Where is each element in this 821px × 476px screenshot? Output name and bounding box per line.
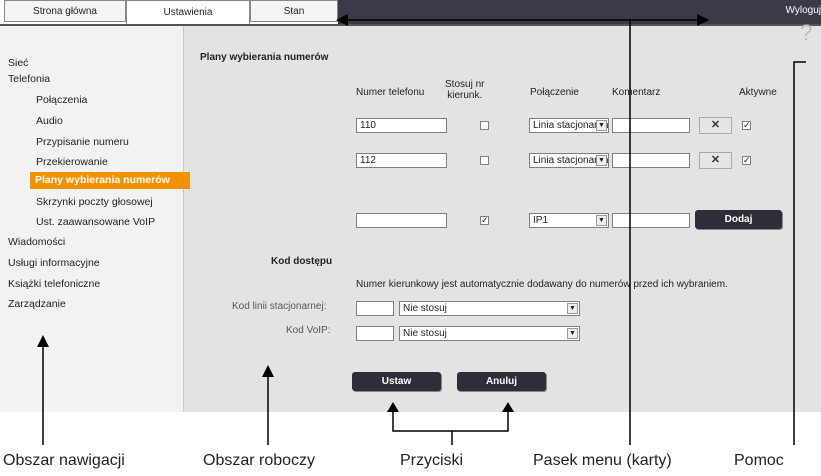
nav-item-advanced-voip[interactable]: Ust. zaawansowane VoIP	[36, 216, 155, 228]
caption-menu-bar: Pasek menu (karty)	[533, 452, 672, 469]
menu-bar-dark-strip	[338, 0, 821, 24]
caption-buttons: Przyciski	[400, 452, 464, 469]
nav-item-connections[interactable]: Połączenia	[36, 94, 87, 106]
new-connection-select[interactable]: IP1 ▼	[529, 213, 609, 228]
voip-code-select[interactable]: Nie stosuj ▼	[399, 326, 580, 341]
landline-code-select[interactable]: Nie stosuj ▼	[399, 301, 580, 316]
chevron-down-icon: ▼	[596, 215, 607, 226]
nav-item-number-assignment[interactable]: Przypisanie numeru	[36, 136, 129, 148]
col-header-phone: Numer telefonu	[356, 87, 425, 98]
nav-item-voicemail[interactable]: Skrzynki poczty głosowej	[36, 196, 153, 208]
access-code-note: Numer kierunkowy jest automatycznie doda…	[356, 279, 728, 290]
nav-item-telephony[interactable]: Telefonia	[8, 73, 50, 85]
col-header-prefix-line2: kierunk.	[447, 90, 483, 101]
nav-item-phonebooks[interactable]: Książki telefoniczne	[8, 278, 100, 290]
row1-prefix-checkbox[interactable]	[480, 121, 489, 130]
col-header-prefix-line1: Stosuj nr	[445, 79, 485, 90]
new-comment-input[interactable]	[612, 213, 690, 228]
chevron-down-icon: ▼	[596, 155, 607, 166]
menu-bar: Strona główna Ustawienia Stan Wyloguj	[0, 0, 821, 24]
caption-work-area: Obszar roboczy	[203, 452, 316, 469]
new-prefix-checkbox[interactable]: ✓	[480, 216, 489, 225]
landline-code-input[interactable]	[356, 301, 394, 316]
nav-item-network[interactable]: Sieć	[8, 57, 28, 69]
new-connection-value: IP1	[533, 215, 549, 226]
col-header-active: Aktywne	[739, 87, 777, 98]
row2-comment-input[interactable]	[612, 153, 690, 168]
chevron-down-icon: ▼	[567, 328, 578, 339]
buttons-arrow-bracket	[392, 410, 509, 432]
col-header-connection: Połączenie	[530, 87, 579, 98]
voip-code-label: Kod VoIP:	[286, 325, 331, 336]
chevron-down-icon: ▼	[596, 120, 607, 131]
caption-nav-area: Obszar nawigacji	[3, 452, 125, 469]
chevron-down-icon: ▼	[567, 303, 578, 314]
row1-delete-button[interactable]: ✕	[699, 117, 732, 134]
landline-code-label: Kod linii stacjonarnej:	[232, 301, 327, 312]
nav-item-dialing-plans[interactable]: Plany wybierania numerów	[30, 172, 190, 189]
row1-connection-select[interactable]: Linia stacjonarna ▼	[529, 118, 609, 133]
nav-item-management[interactable]: Zarządzanie	[8, 298, 66, 310]
row2-delete-button[interactable]: ✕	[699, 152, 732, 169]
row1-comment-input[interactable]	[612, 118, 690, 133]
landline-code-option: Nie stosuj	[403, 303, 447, 314]
voip-code-option: Nie stosuj	[403, 328, 447, 339]
row1-phone-input[interactable]	[356, 118, 447, 133]
access-code-title: Kod dostępu	[271, 256, 333, 267]
cancel-button[interactable]: Anuluj	[457, 372, 546, 391]
nav-item-call-forwarding[interactable]: Przekierowanie	[36, 156, 108, 168]
tab-status[interactable]: Stan	[250, 0, 338, 22]
nav-item-info-services[interactable]: Usługi informacyjne	[8, 257, 100, 269]
row2-active-checkbox[interactable]: ✓	[742, 156, 751, 165]
col-header-prefix: Stosuj nr kierunk.	[445, 79, 484, 101]
row2-prefix-checkbox[interactable]	[480, 156, 489, 165]
navigation-area: Sieć Telefonia Połączenia Audio Przypisa…	[0, 26, 190, 412]
row2-connection-select[interactable]: Linia stacjonarna ▼	[529, 153, 609, 168]
tab-home[interactable]: Strona główna	[4, 0, 126, 22]
tab-settings[interactable]: Ustawienia	[126, 0, 250, 24]
logout-link[interactable]: Wyloguj	[786, 5, 821, 16]
nav-item-audio[interactable]: Audio	[36, 115, 63, 127]
voip-code-input[interactable]	[356, 326, 394, 341]
main-content: Sieć Telefonia Połączenia Audio Przypisa…	[0, 24, 821, 412]
row1-active-checkbox[interactable]: ✓	[742, 121, 751, 130]
delete-icon: ✕	[710, 154, 721, 166]
add-button[interactable]: Dodaj	[695, 210, 782, 229]
nav-item-messages[interactable]: Wiadomości	[8, 236, 65, 248]
row2-phone-input[interactable]	[356, 153, 447, 168]
delete-icon: ✕	[710, 119, 721, 131]
new-phone-input[interactable]	[356, 213, 447, 228]
caption-help: Pomoc	[734, 452, 784, 469]
set-button[interactable]: Ustaw	[352, 372, 441, 391]
col-header-comment: Komentarz	[612, 87, 661, 98]
page-title: Plany wybierania numerów	[200, 52, 329, 63]
help-icon[interactable]: ?	[800, 20, 812, 46]
